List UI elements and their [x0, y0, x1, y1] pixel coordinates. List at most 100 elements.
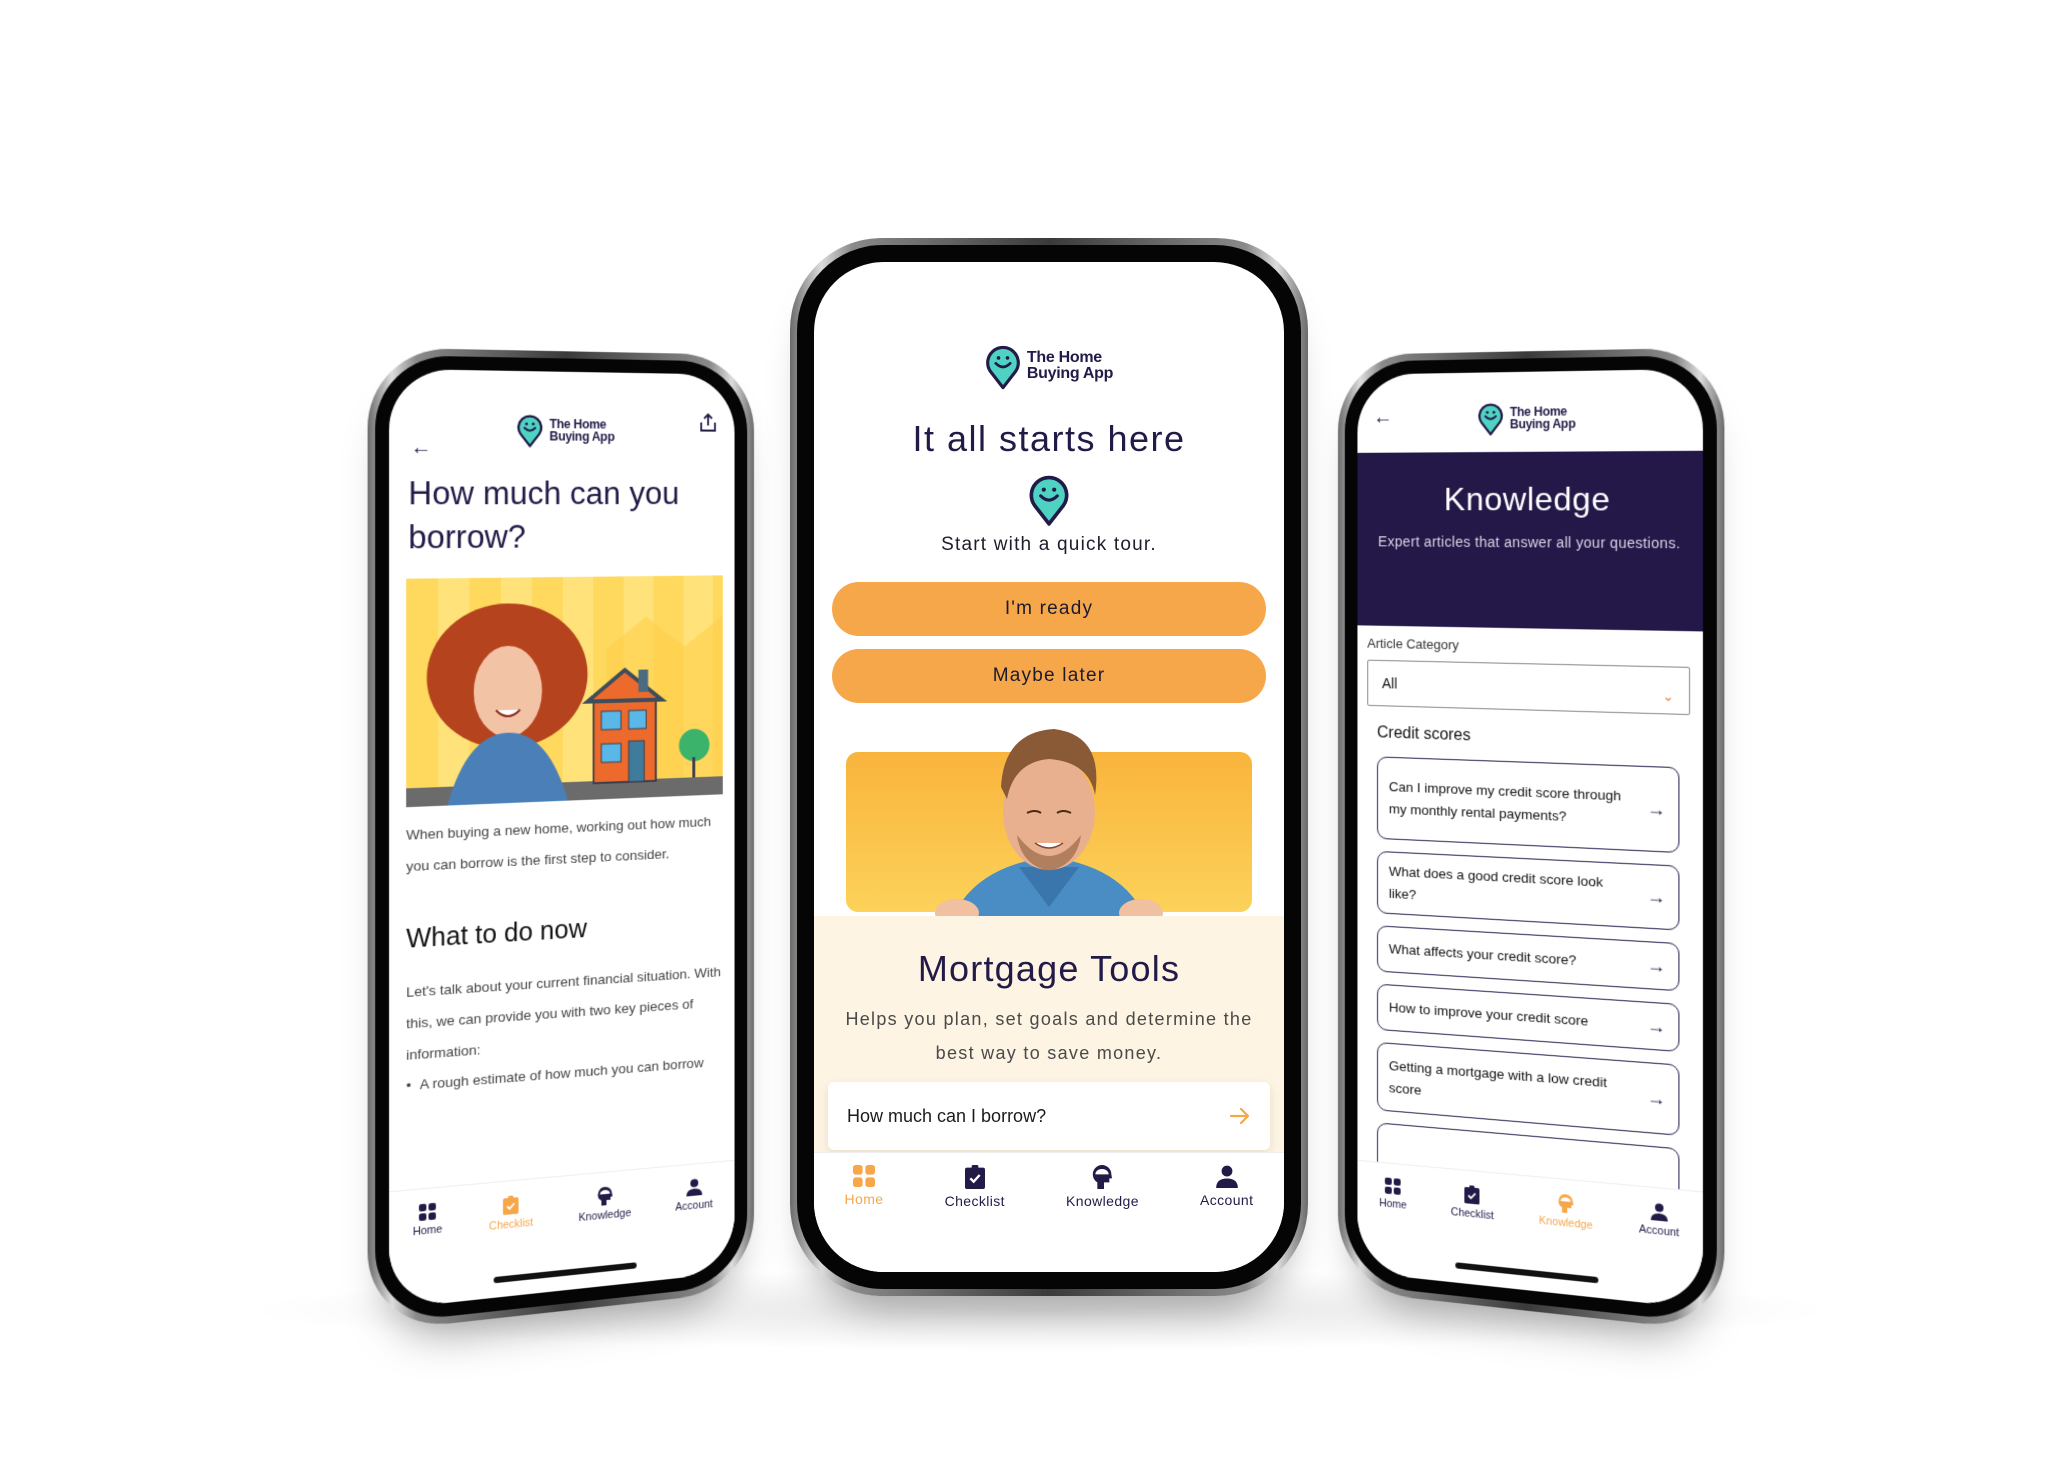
tab-knowledge[interactable]: Knowledge — [1066, 1165, 1139, 1209]
person-icon — [686, 1178, 703, 1197]
bottom-tab-bar: Home Checklist Knowledge Account — [814, 1152, 1284, 1272]
article-card-title: Can I improve my credit score through my… — [1388, 778, 1622, 825]
person-icon — [1650, 1203, 1668, 1222]
arrow-right-icon: → — [1646, 885, 1666, 908]
article-card-title: How to improve your credit score — [1388, 999, 1589, 1029]
phone-right: ← The Home Buying App Knowledge Expert a… — [1338, 347, 1725, 1333]
article-card-title: What does a good credit score look like? — [1388, 863, 1604, 903]
tab-knowledge[interactable]: Knowledge — [1539, 1192, 1593, 1232]
app-logo: The Home Buying App — [814, 342, 1284, 390]
tab-label: Checklist — [488, 1216, 534, 1234]
category-value: All — [1381, 675, 1398, 692]
tab-home[interactable]: Home — [845, 1165, 884, 1207]
phone-bezel: ← The Home Buying App Knowledge Expert a… — [1344, 354, 1717, 1325]
article-hero-image — [406, 575, 723, 808]
article-card[interactable]: What affects your credit score? → — [1377, 925, 1680, 992]
tool-card-label: How much can I borrow? — [847, 1105, 1047, 1126]
bottom-tab-bar: Home Checklist Knowledge Account — [389, 1159, 735, 1310]
pin-smiley-icon — [517, 412, 544, 447]
category-label: Article Category — [1367, 635, 1459, 653]
phone-left: ← The Home Buying App How much can you b… — [367, 347, 754, 1333]
tab-label: Knowledge — [578, 1206, 632, 1225]
logo-line-1: The Home — [1026, 349, 1102, 366]
im-ready-button[interactable]: I'm ready — [832, 582, 1266, 636]
grid-icon — [419, 1202, 437, 1222]
article-card[interactable]: How to improve your credit score → — [1377, 983, 1680, 1053]
clipboard-check-icon — [964, 1165, 985, 1189]
share-icon[interactable] — [699, 412, 717, 432]
article-card-title: What affects your credit score? — [1388, 941, 1577, 969]
grid-icon — [853, 1165, 875, 1187]
tab-account[interactable]: Account — [1200, 1165, 1253, 1208]
maybe-later-button[interactable]: Maybe later — [832, 649, 1266, 703]
knowledge-subtitle: Expert articles that answer all your que… — [1378, 533, 1681, 552]
grid-icon — [1385, 1177, 1401, 1196]
clipboard-check-icon — [503, 1195, 519, 1216]
knowledge-banner: Knowledge Expert articles that answer al… — [1357, 450, 1703, 632]
section-heading: Credit scores — [1377, 724, 1471, 745]
article-card-title: Getting a mortgage with a low credit sco… — [1388, 1057, 1608, 1098]
tab-label: Checklist — [1450, 1205, 1494, 1223]
article-screen: ← The Home Buying App How much can you b… — [389, 368, 735, 1310]
article-card[interactable]: What does a good credit score look like?… — [1377, 850, 1680, 931]
chevron-down-icon: ⌄ — [1662, 688, 1675, 705]
article-intro: When buying a new home, working out how … — [406, 813, 711, 875]
logo-text: The Home Buying App — [1509, 404, 1576, 432]
tab-checklist[interactable]: Checklist — [1450, 1184, 1494, 1223]
welcome-subtitle: Start with a quick tour. — [941, 534, 1157, 555]
tab-home[interactable]: Home — [1379, 1177, 1407, 1212]
tab-label: Home — [412, 1223, 443, 1239]
logo-text: The Home Buying App — [549, 417, 615, 444]
app-logo: The Home Buying App — [1357, 398, 1702, 437]
hero-illustration — [406, 602, 723, 808]
tab-label: Knowledge — [1066, 1193, 1139, 1209]
phone-bezel: ← The Home Buying App How much can you b… — [375, 354, 748, 1325]
tab-label: Checklist — [944, 1193, 1005, 1209]
tab-checklist[interactable]: Checklist — [489, 1194, 533, 1233]
phone-center: The Home Buying App It all starts here S… — [790, 238, 1308, 1296]
tools-title: Mortgage Tools — [917, 948, 1181, 989]
article-card[interactable]: Getting a mortgage with a low credit sco… — [1377, 1041, 1680, 1136]
logo-line-2: Buying App — [549, 429, 615, 444]
phone-bezel: The Home Buying App It all starts here S… — [797, 245, 1301, 1289]
tool-card-borrow[interactable]: How much can I borrow? — [828, 1082, 1270, 1150]
bullet-dot: • — [406, 1077, 412, 1094]
tab-label: Account — [1639, 1223, 1680, 1240]
person-icon — [1215, 1165, 1238, 1188]
head-icon — [597, 1186, 613, 1206]
logo-line-2: Buying App — [1509, 416, 1576, 432]
arrow-right-icon: → — [1646, 798, 1666, 820]
welcome-title: It all starts here — [912, 418, 1186, 459]
arrow-right-icon: → — [1646, 1087, 1666, 1110]
tab-account[interactable]: Account — [675, 1177, 713, 1214]
tab-label: Account — [675, 1197, 713, 1214]
tab-checklist[interactable]: Checklist — [945, 1165, 1005, 1209]
logo-line-2: Buying App — [1026, 365, 1114, 382]
arrow-right-icon: → — [1646, 954, 1666, 977]
tab-label: Home — [844, 1191, 884, 1207]
tab-home[interactable]: Home — [412, 1202, 443, 1239]
category-select[interactable]: All ⌄ — [1367, 659, 1691, 716]
app-logo: The Home Buying App — [389, 411, 734, 449]
arrow-right-icon: → — [1646, 1015, 1666, 1038]
pin-smiley-icon — [1478, 401, 1504, 436]
article-card[interactable]: Can I improve my credit score through my… — [1377, 756, 1680, 854]
article-subheading: What to do now — [406, 914, 587, 954]
head-icon — [1093, 1165, 1113, 1189]
home-screen: The Home Buying App It all starts here S… — [814, 262, 1284, 1272]
tab-account[interactable]: Account — [1639, 1201, 1679, 1239]
logo-text: The Home Buying App — [1027, 350, 1113, 382]
clipboard-check-icon — [1464, 1185, 1480, 1205]
tab-label: Home — [1379, 1196, 1407, 1212]
article-title: How much can you borrow? — [408, 474, 680, 556]
hero-person-image — [935, 729, 1163, 927]
tab-knowledge[interactable]: Knowledge — [578, 1184, 632, 1225]
tools-description: Helps you plan, set goals and determine … — [845, 1009, 1253, 1063]
pin-smiley-icon — [1029, 475, 1069, 526]
tab-label: Knowledge — [1538, 1214, 1593, 1233]
knowledge-title: Knowledge — [1443, 480, 1611, 518]
arrow-right-icon — [1230, 1107, 1250, 1125]
knowledge-screen: ← The Home Buying App Knowledge Expert a… — [1357, 368, 1703, 1310]
head-icon — [1558, 1193, 1574, 1214]
tab-label: Account — [1200, 1192, 1254, 1208]
